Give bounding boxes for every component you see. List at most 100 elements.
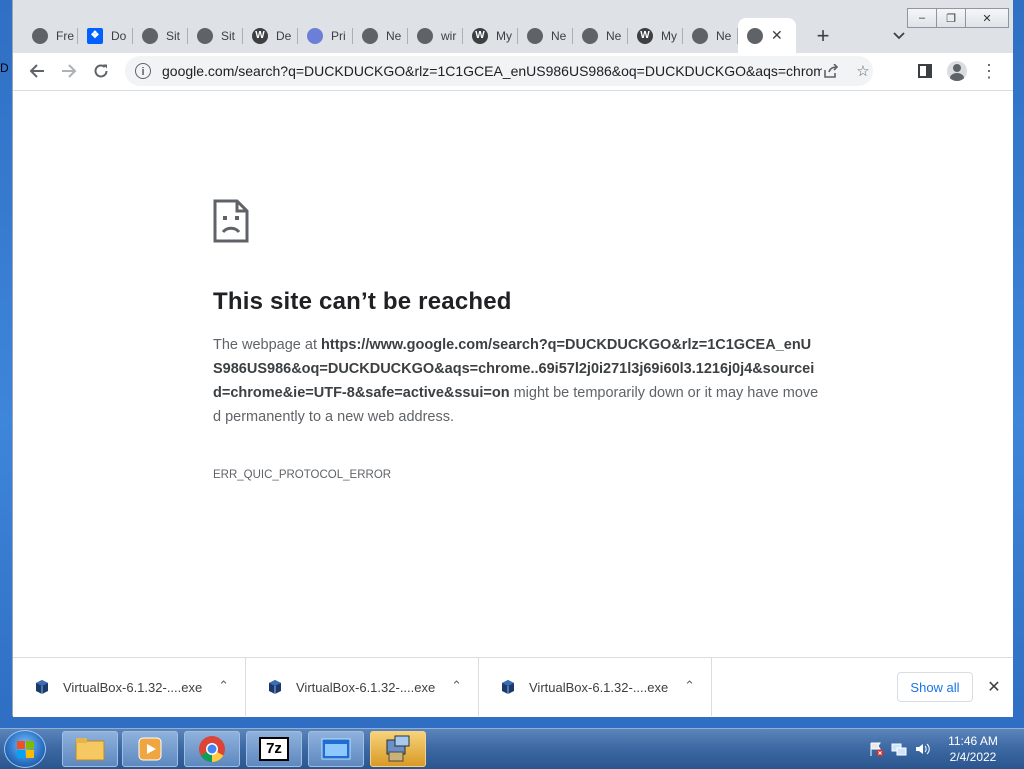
tab-title: Ne (386, 28, 402, 43)
tab-title: wir (441, 28, 457, 43)
chevron-down-icon (893, 31, 905, 39)
browser-tab[interactable]: Ne (683, 18, 738, 53)
tab-strip: Fre ❖ Do Sit Sit W De Pri Ne wir W My Ne Ne W My Ne ✕ + –… (13, 0, 1013, 53)
reload-button[interactable] (87, 57, 115, 85)
forward-button[interactable] (55, 57, 83, 85)
taskbar-media-player[interactable] (122, 731, 178, 767)
sad-page-icon (213, 199, 249, 243)
wordpress-icon: W (637, 27, 653, 44)
browser-tab[interactable]: Sit (188, 18, 243, 53)
taskbar-setup-installer[interactable] (370, 731, 426, 767)
profile-button[interactable] (943, 57, 971, 85)
browser-tab[interactable]: Ne (353, 18, 408, 53)
tab-title: Ne (716, 28, 732, 43)
browser-tab[interactable]: W De (243, 18, 298, 53)
browser-tab[interactable]: W My (463, 18, 518, 53)
window-controls: – ❐ ✕ (907, 8, 1009, 28)
taskbar-file-explorer[interactable] (62, 731, 118, 767)
bookmark-star-icon[interactable]: ☆ (851, 60, 875, 82)
globe-icon (417, 27, 433, 44)
browser-tab[interactable]: Sit (133, 18, 188, 53)
close-icon: ✕ (987, 679, 1001, 696)
side-panel-icon (918, 64, 932, 78)
info-icon[interactable]: i (135, 63, 151, 79)
url-text[interactable]: google.com/search?q=DUCKDUCKGO&rlz=1C1GC… (162, 63, 822, 79)
tab-title: Ne (551, 28, 567, 43)
arrow-right-icon (62, 64, 77, 78)
taskbar-7zip[interactable]: 7z (246, 731, 302, 767)
browser-tab[interactable]: W My (628, 18, 683, 53)
chevron-up-icon[interactable]: ⌃ (218, 678, 229, 694)
virtualbox-icon (502, 680, 514, 694)
browser-tab[interactable]: wir (408, 18, 463, 53)
window-manager-icon (321, 738, 351, 760)
download-item[interactable]: VirtualBox-6.1.32-....exe ⌃ (13, 658, 246, 716)
error-message: The webpage at https://www.google.com/se… (213, 333, 819, 429)
action-center-flag-icon[interactable] (868, 741, 884, 757)
arrow-left-icon (29, 64, 44, 78)
menu-button[interactable]: ⋮ (975, 57, 1003, 85)
chevron-up-icon[interactable]: ⌃ (451, 678, 462, 694)
download-filename: VirtualBox-6.1.32-....exe (529, 679, 669, 695)
chrome-icon (692, 27, 708, 44)
close-icon: ✕ (982, 12, 992, 25)
tab-title: Fre (56, 28, 74, 43)
wordpress-icon: W (252, 27, 268, 44)
network-icon[interactable] (891, 741, 907, 757)
chrome-icon (527, 27, 543, 44)
more-vert-icon: ⋮ (980, 61, 998, 81)
tab-title: Do (111, 28, 127, 43)
minimize-button[interactable]: – (907, 8, 937, 28)
tab-title: De (276, 28, 292, 43)
tab-title: Ne (606, 28, 622, 43)
dropbox-icon: ❖ (87, 27, 103, 44)
new-tab-button[interactable]: + (808, 18, 838, 53)
chrome-icon (582, 27, 598, 44)
browser-tab[interactable]: ❖ Do (78, 18, 133, 53)
chrome-icon (362, 27, 378, 44)
desktop-label: D (0, 61, 9, 75)
chevron-up-icon[interactable]: ⌃ (684, 678, 695, 694)
7zip-icon: 7z (259, 737, 289, 761)
setup-installer-icon (386, 735, 410, 762)
browser-tab[interactable]: Ne (518, 18, 573, 53)
error-title: This site can’t be reached (213, 288, 512, 315)
close-shelf-button[interactable]: ✕ (983, 672, 1005, 702)
address-bar[interactable]: i google.com/search?q=DUCKDUCKGO&rlz=1C1… (125, 56, 873, 86)
share-icon[interactable] (819, 60, 843, 82)
close-tab-icon[interactable]: ✕ (771, 27, 783, 44)
avatar-icon (947, 61, 967, 81)
show-all-button[interactable]: Show all (897, 672, 973, 702)
back-button[interactable] (23, 57, 51, 85)
start-button[interactable] (4, 730, 46, 768)
clock[interactable]: 11:46 AM 2/4/2022 (938, 733, 1008, 765)
taskbar: 7z 11:46 AM 2/4/2022 (0, 728, 1024, 769)
browser-window: Fre ❖ Do Sit Sit W De Pri Ne wir W My Ne Ne W My Ne ✕ + –… (12, 0, 1013, 717)
tab-title: Sit (221, 28, 236, 43)
chrome-icon (199, 736, 225, 763)
tab-title: My (496, 28, 512, 43)
close-window-button[interactable]: ✕ (965, 8, 1009, 28)
download-item[interactable]: VirtualBox-6.1.32-....exe ⌃ (479, 658, 712, 716)
taskbar-chrome[interactable] (184, 731, 240, 767)
tab-title: Pri (331, 28, 346, 43)
active-tab[interactable]: ✕ (738, 18, 796, 53)
browser-tab[interactable]: Pri (298, 18, 353, 53)
volume-icon[interactable] (914, 741, 930, 757)
download-item[interactable]: VirtualBox-6.1.32-....exe ⌃ (246, 658, 479, 716)
taskbar-window-app[interactable] (308, 731, 364, 767)
browser-tab[interactable]: Ne (573, 18, 628, 53)
tab-title: Sit (166, 28, 181, 43)
side-panel-button[interactable] (911, 57, 939, 85)
globe-icon (197, 27, 213, 44)
globe-icon (142, 27, 158, 44)
error-code: ERR_QUIC_PROTOCOL_ERROR (213, 469, 392, 481)
clock-time: 11:46 AM (948, 734, 998, 748)
maximize-button[interactable]: ❐ (936, 8, 966, 28)
minimize-icon: – (918, 12, 926, 24)
tab-list: Fre ❖ Do Sit Sit W De Pri Ne wir W My Ne Ne W My Ne ✕ (23, 18, 796, 53)
gear-icon (307, 27, 323, 44)
browser-tab[interactable]: Fre (23, 18, 78, 53)
download-filename: VirtualBox-6.1.32-....exe (63, 679, 203, 695)
download-shelf: VirtualBox-6.1.32-....exe ⌃ VirtualBox-6.1… (13, 657, 1013, 717)
